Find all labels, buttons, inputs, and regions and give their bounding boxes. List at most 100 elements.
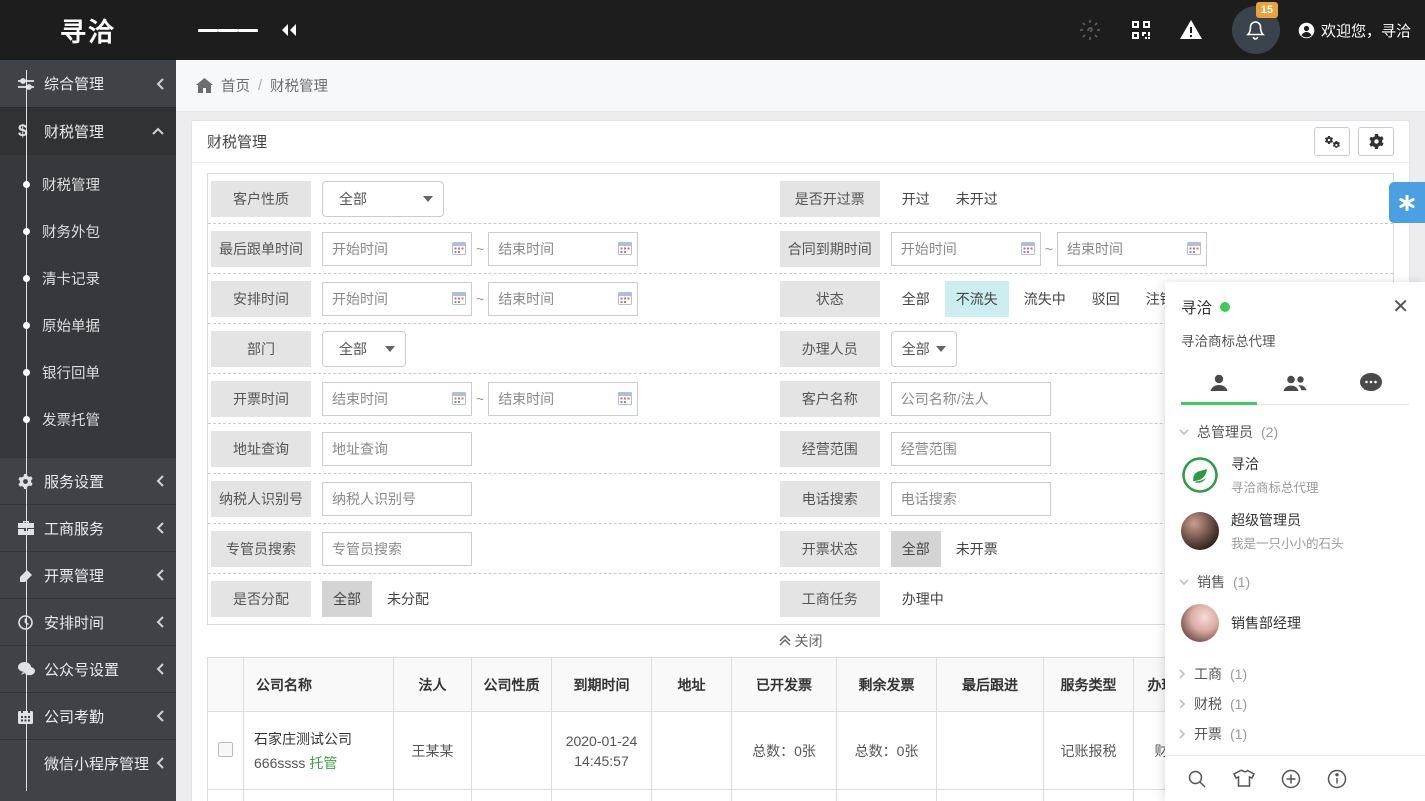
warning-icon[interactable] — [1180, 20, 1202, 40]
header-last-follow: 最后跟进 — [937, 658, 1044, 712]
chevron-left-icon — [156, 569, 164, 581]
shirt-icon[interactable] — [1233, 769, 1255, 788]
filter-label-status: 状态 — [780, 281, 880, 317]
cell-company-name[interactable]: 石家庄测试公司 666ssss托管 — [244, 712, 394, 790]
status-option-rejected[interactable]: 驳回 — [1081, 281, 1131, 317]
cell-company-nature — [472, 712, 552, 790]
quick-action-button[interactable] — [1389, 182, 1425, 223]
notifications-button[interactable]: 15 — [1232, 6, 1280, 54]
filter-label-customer-name: 客户名称 — [780, 381, 880, 417]
customer-nature-select[interactable]: 全部 — [322, 181, 444, 217]
submenu-item-bank-receipts[interactable]: 银行回单 — [0, 349, 176, 396]
caret-down-icon — [936, 346, 946, 352]
business-task-option-processing[interactable]: 办理中 — [891, 581, 955, 617]
group-sales[interactable]: 销售 (1) — [1179, 567, 1411, 597]
user-menu[interactable]: 欢迎您，寻洽 — [1298, 20, 1411, 41]
chevron-left-icon — [156, 757, 164, 769]
schedule-end-input[interactable] — [488, 282, 638, 316]
filter-label-schedule-time: 安排时间 — [211, 281, 311, 317]
customer-name-input[interactable] — [891, 382, 1051, 416]
taxpayer-id-input[interactable] — [322, 482, 472, 516]
sidebar-item-company-attendance[interactable]: 公司考勤 — [0, 692, 176, 739]
wechat-icon — [18, 662, 44, 676]
search-icon[interactable] — [1187, 769, 1207, 789]
filter-label-supervisor-search: 专管员搜索 — [211, 531, 311, 567]
header-invoiced: 已开发票 — [732, 658, 837, 712]
tab-messages[interactable] — [1333, 364, 1409, 404]
invoice-time-start-input[interactable] — [322, 382, 472, 416]
group-invoicing[interactable]: 开票 (1) — [1179, 719, 1411, 749]
sidebar-item-business-services[interactable]: 工商服务 — [0, 504, 176, 551]
cell-service-type: 记账报税 — [1044, 712, 1134, 790]
status-option-all[interactable]: 全部 — [891, 281, 941, 317]
assigned-option-unassigned[interactable]: 未分配 — [376, 581, 440, 617]
hamburger-menu-icon[interactable] — [198, 27, 258, 34]
last-follow-end-input[interactable] — [488, 232, 638, 266]
chat-member-xunqia[interactable]: 寻洽 寻洽商标总代理 — [1179, 447, 1411, 503]
person-icon — [1208, 372, 1230, 394]
business-scope-input[interactable] — [891, 432, 1051, 466]
schedule-start-input[interactable] — [322, 282, 472, 316]
assigned-option-all[interactable]: 全部 — [322, 581, 372, 617]
chat-member-super-admin[interactable]: 超级管理员 我是一只小小的石头 — [1179, 503, 1411, 559]
sidebar-item-service-settings[interactable]: 服务设置 — [0, 457, 176, 504]
sidebar-submenu: 财税管理 财务外包 清卡记录 原始单据 银行回单 发票托管 — [0, 154, 176, 457]
submenu-item-tax-management[interactable]: 财税管理 — [0, 161, 176, 208]
supervisor-search-input[interactable] — [322, 532, 472, 566]
qr-code-icon[interactable] — [1132, 21, 1150, 39]
cell-legal-person: 王某某 — [394, 712, 472, 790]
status-option-losing[interactable]: 流失中 — [1013, 281, 1077, 317]
submenu-item-card-clearing[interactable]: 清卡记录 — [0, 255, 176, 302]
sidebar-item-wechat-miniprogram[interactable]: 微信小程序管理 — [0, 739, 176, 786]
welcome-text: 欢迎您，寻洽 — [1321, 20, 1411, 41]
group-business[interactable]: 工商 (1) — [1179, 659, 1411, 689]
invoice-time-end-input[interactable] — [488, 382, 638, 416]
submenu-item-invoice-hosting[interactable]: 发票托管 — [0, 396, 176, 443]
filter-label-phone-search: 电话搜索 — [780, 481, 880, 517]
close-icon[interactable]: ✕ — [1392, 297, 1409, 317]
breadcrumb-home[interactable]: 首页 — [221, 75, 250, 96]
group-super-admins[interactable]: 总管理员 (2) — [1179, 417, 1411, 447]
chevron-right-icon — [1179, 669, 1186, 679]
invoiced-option-yes[interactable]: 开过 — [891, 181, 941, 217]
sidebar-item-official-account-settings[interactable]: 公众号设置 — [0, 645, 176, 692]
status-option-not-lost[interactable]: 不流失 — [945, 281, 1009, 317]
invoiced-option-no[interactable]: 未开过 — [945, 181, 1009, 217]
bell-icon — [1246, 20, 1265, 40]
caret-down-icon — [423, 196, 433, 202]
sidebar-item-invoicing-management[interactable]: 开票管理 — [0, 551, 176, 598]
tab-contacts[interactable] — [1181, 364, 1257, 404]
contract-expire-start-input[interactable] — [891, 232, 1041, 266]
last-follow-start-input[interactable] — [322, 232, 472, 266]
app-logo: 寻洽 — [0, 0, 176, 60]
row-checkbox[interactable] — [218, 742, 233, 757]
filter-label-invoice-status: 开票状态 — [780, 531, 880, 567]
phone-search-input[interactable] — [891, 482, 1051, 516]
calendar-icon — [18, 709, 44, 724]
avatar — [1181, 604, 1219, 642]
info-icon[interactable] — [1327, 769, 1347, 789]
submenu-item-original-documents[interactable]: 原始单据 — [0, 302, 176, 349]
avatar — [1181, 456, 1219, 494]
filter-label-address-query: 地址查询 — [211, 431, 311, 467]
asterisk-icon — [1399, 195, 1415, 211]
sidebar-item-schedule-time[interactable]: 安排时间 — [0, 598, 176, 645]
calendar-icon — [618, 392, 632, 410]
submenu-item-finance-outsourcing[interactable]: 财务外包 — [0, 208, 176, 255]
tab-groups[interactable] — [1257, 364, 1333, 404]
people-icon — [1282, 372, 1308, 394]
filter-label-taxpayer-id: 纳税人识别号 — [211, 481, 311, 517]
handler-select[interactable]: 全部 — [891, 331, 957, 367]
settings-button[interactable] — [1358, 127, 1394, 156]
invoice-status-option-not-invoiced[interactable]: 未开票 — [945, 531, 1009, 567]
breadcrumb-separator: / — [258, 78, 262, 94]
collapse-sidebar-icon[interactable] — [280, 22, 298, 38]
invoice-status-option-all[interactable]: 全部 — [891, 531, 941, 567]
add-icon[interactable] — [1281, 769, 1301, 789]
address-query-input[interactable] — [322, 432, 472, 466]
group-tax[interactable]: 财税 (1) — [1179, 689, 1411, 719]
contract-expire-end-input[interactable] — [1057, 232, 1207, 266]
department-select[interactable]: 全部 — [322, 331, 406, 367]
column-settings-button[interactable] — [1314, 127, 1350, 156]
chat-member-sales-manager[interactable]: 销售部经理 — [1179, 597, 1411, 649]
